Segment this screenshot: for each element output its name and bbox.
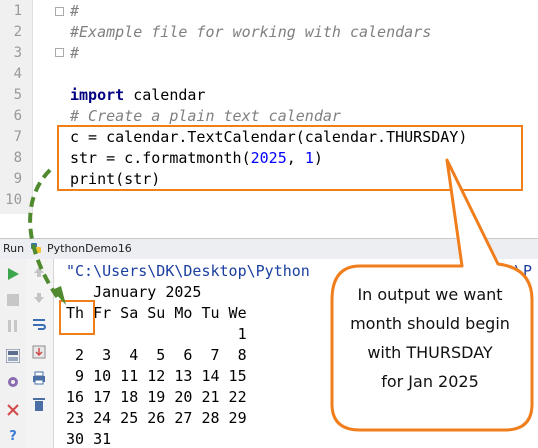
- run-tab-label[interactable]: Run: [3, 242, 24, 255]
- output-line: 16 17 18 19 20 21 22: [66, 388, 247, 406]
- line-number: 1: [13, 3, 22, 19]
- code-line-1[interactable]: #: [70, 1, 79, 22]
- output-line: 30 31: [66, 430, 112, 448]
- code-line-6[interactable]: # Create a plain text calendar: [70, 106, 341, 127]
- scroll-down-icon[interactable]: [30, 289, 48, 307]
- python-icon: [30, 242, 41, 253]
- line-number: 4: [13, 66, 22, 82]
- output-line: 23 24 25 26 27 28 29: [66, 409, 247, 427]
- output-line: 2 3 4 5 6 7 8: [66, 346, 247, 364]
- line-number-gutter: 1 2 3 4 5 6 7 8 9 10: [0, 0, 33, 214]
- run-toolbar: ?: [0, 259, 27, 448]
- callout-text: In output we want month should begin wit…: [332, 280, 528, 396]
- code-line-3[interactable]: #: [70, 43, 79, 64]
- line-number: 7: [13, 129, 22, 145]
- callout-line: with THURSDAY: [367, 343, 493, 362]
- line-number: 5: [13, 87, 22, 103]
- soft-wrap-icon[interactable]: [30, 315, 48, 333]
- line-number: 10: [5, 192, 22, 208]
- keyword-import: import: [70, 86, 125, 104]
- print-icon[interactable]: [30, 369, 48, 387]
- pause-icon[interactable]: [4, 317, 22, 335]
- run-command-tail: \P: [514, 262, 533, 280]
- fold-marker-icon[interactable]: [55, 48, 64, 57]
- thursday-highlight-box: [59, 300, 95, 335]
- stop-icon[interactable]: [4, 291, 22, 309]
- fold-marker-icon[interactable]: [55, 7, 64, 16]
- trash-icon[interactable]: [30, 395, 48, 413]
- run-command: "C:\Users\DK\Desktop\Python \P: [66, 261, 532, 282]
- callout-line: In output we want: [357, 285, 503, 304]
- run-command-path: "C:\Users\DK\Desktop\Python: [66, 262, 310, 280]
- line-number: 9: [13, 171, 22, 187]
- line-number: 3: [13, 45, 22, 61]
- module-name: calendar: [124, 86, 206, 104]
- scroll-up-icon[interactable]: [30, 263, 48, 281]
- scroll-to-end-icon[interactable]: [30, 343, 48, 361]
- code-line-5[interactable]: import calendar: [70, 85, 205, 106]
- rerun-icon[interactable]: [4, 265, 22, 283]
- output-line: 9 10 11 12 13 14 15: [66, 367, 247, 385]
- layout-icon[interactable]: [4, 347, 22, 365]
- console-toolbar: [26, 259, 54, 448]
- code-editor[interactable]: 1 2 3 4 5 6 7 8 9 10 # #Example file for…: [0, 0, 538, 238]
- callout-line: for Jan 2025: [381, 372, 479, 391]
- run-tool-window-header: Run PythonDemo16: [0, 238, 538, 260]
- line-number: 6: [13, 108, 22, 124]
- help-icon[interactable]: ?: [4, 427, 22, 445]
- close-icon[interactable]: [4, 401, 22, 419]
- settings-icon[interactable]: [4, 373, 22, 391]
- callout-line: month should begin: [350, 314, 510, 333]
- code-line-2[interactable]: #Example file for working with calendars: [70, 22, 431, 43]
- line-number: 8: [13, 150, 22, 166]
- code-highlight-box: [57, 125, 523, 191]
- run-config-name[interactable]: PythonDemo16: [47, 242, 132, 255]
- line-number: 2: [13, 24, 22, 40]
